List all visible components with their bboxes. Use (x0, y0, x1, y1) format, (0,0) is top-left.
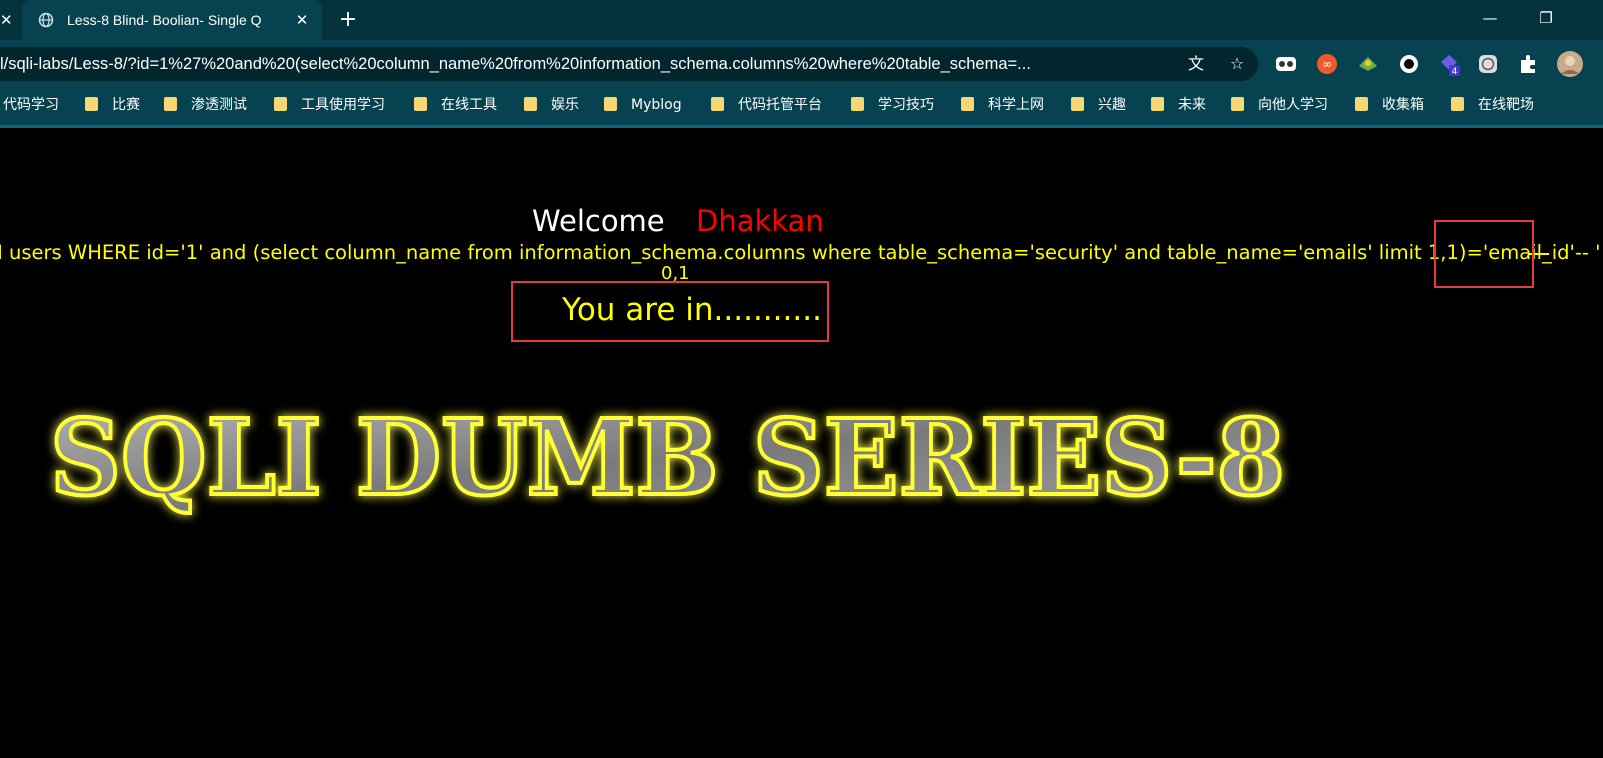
folder-icon (1231, 97, 1244, 111)
bookmark-item[interactable]: 未来 (1151, 94, 1206, 116)
bookmark-item[interactable]: Myblog (604, 94, 682, 116)
globe-icon (38, 12, 54, 28)
bookmark-label: 学习技巧 (878, 97, 934, 113)
extension-badge-count: 4 (1452, 67, 1458, 76)
bookmark-label: 娱乐 (551, 97, 579, 113)
minimize-icon[interactable]: — (1475, 6, 1505, 30)
extension-ring-icon[interactable] (1397, 52, 1421, 76)
highlight-box-email-id (1434, 220, 1534, 288)
bookmark-item[interactable]: 在线工具 (414, 94, 497, 116)
bookmark-item[interactable]: 学习技巧 (851, 94, 934, 116)
browser-chrome: ✕ Less-8 Blind- Boolian- Single Q ✕ + — … (0, 0, 1603, 128)
profile-avatar[interactable] (1556, 50, 1584, 78)
extension-puzzle-icon[interactable] (1516, 52, 1540, 76)
folder-icon (1355, 97, 1368, 111)
bookmark-item[interactable]: 向他人学习 (1231, 94, 1328, 116)
bookmark-label: 代码托管平台 (738, 97, 822, 113)
tab-close-icon[interactable]: ✕ (292, 10, 312, 30)
banner-text: SQLI DUMB SERIES-8 (50, 396, 1285, 519)
user-name: Dhakkan (696, 204, 824, 238)
bookmark-item[interactable]: 娱乐 (524, 94, 579, 116)
extension-brain-icon[interactable] (1476, 52, 1500, 76)
folder-icon (164, 97, 177, 111)
bookmarks-bar: 代码学习 比赛 渗透测试 工具使用学习 在线工具 娱乐 Myblog 代码托管平… (0, 90, 1603, 118)
translate-icon[interactable]: 文 (1187, 55, 1205, 73)
bookmark-label: 在线靶场 (1478, 97, 1534, 113)
bookmark-item[interactable]: 工具使用学习 (274, 94, 385, 116)
folder-icon (711, 97, 724, 111)
active-tab[interactable]: Less-8 Blind- Boolian- Single Q ✕ (22, 0, 322, 40)
bookmark-item[interactable]: 渗透测试 (164, 94, 247, 116)
folder-icon (85, 97, 98, 111)
extension-color-icon[interactable] (1356, 52, 1380, 76)
folder-icon (414, 97, 427, 111)
bookmark-item[interactable]: 在线靶场 (1451, 94, 1534, 116)
bookmark-item[interactable]: 兴趣 (1071, 94, 1126, 116)
bookmark-label: 比赛 (112, 97, 140, 113)
sql-query-text: M users WHERE id='1' and (select column_… (0, 241, 1603, 264)
address-bar[interactable]: l/sqli-labs/Less-8/?id=1%27%20and%20(sel… (0, 47, 1258, 81)
sql-query: M users WHERE id='1' and (select column_… (0, 240, 1603, 266)
svg-text:∞: ∞ (1322, 57, 1332, 71)
star-icon[interactable]: ☆ (1228, 55, 1246, 73)
folder-icon (851, 97, 864, 111)
address-url[interactable]: l/sqli-labs/Less-8/?id=1%27%20and%20(sel… (0, 54, 1165, 74)
tab-strip: ✕ Less-8 Blind- Boolian- Single Q ✕ + — … (0, 0, 1603, 40)
welcome-text: Welcome (532, 204, 665, 238)
bookmark-label: 兴趣 (1098, 97, 1126, 113)
folder-icon (524, 97, 537, 111)
folder-icon (604, 97, 617, 111)
bookmark-label: 收集箱 (1382, 97, 1424, 113)
extension-infinity-icon[interactable]: ∞ (1315, 52, 1339, 76)
new-tab-icon[interactable]: + (336, 9, 360, 33)
restore-icon[interactable]: ❐ (1531, 6, 1561, 30)
bookmark-label: 渗透测试 (191, 97, 247, 113)
folder-icon (961, 97, 974, 111)
folder-icon (1451, 97, 1464, 111)
bookmark-item[interactable]: 收集箱 (1355, 94, 1424, 116)
close-icon[interactable]: ✕ (0, 10, 14, 30)
folder-icon (274, 97, 287, 111)
bookmark-item[interactable]: 比赛 (85, 94, 140, 116)
bookmark-label: 在线工具 (441, 97, 497, 113)
bookmark-label: 代码学习 (3, 97, 59, 113)
result-message: You are in........... (562, 292, 822, 328)
bookmark-label: Myblog (631, 97, 682, 113)
tab-title: Less-8 Blind- Boolian- Single Q (67, 12, 262, 28)
extension-mask-icon[interactable] (1274, 52, 1298, 76)
bookmark-label: 工具使用学习 (301, 97, 385, 113)
page-content: Welcome Dhakkan M users WHERE id='1' and… (0, 128, 1603, 758)
bookmark-item[interactable]: 代码学习 (3, 94, 59, 116)
folder-icon (1151, 97, 1164, 111)
sqli-banner-logo: SQLI DUMB SERIES-8 (48, 394, 1287, 521)
bookmark-item[interactable]: 科学上网 (961, 94, 1044, 116)
folder-icon (1071, 97, 1084, 111)
bookmark-label: 向他人学习 (1258, 97, 1328, 113)
bookmark-label: 未来 (1178, 97, 1206, 113)
bookmark-label: 科学上网 (988, 97, 1044, 113)
bookmark-item[interactable]: 代码托管平台 (711, 94, 822, 116)
extension-badge-icon[interactable]: 4 (1437, 52, 1461, 76)
